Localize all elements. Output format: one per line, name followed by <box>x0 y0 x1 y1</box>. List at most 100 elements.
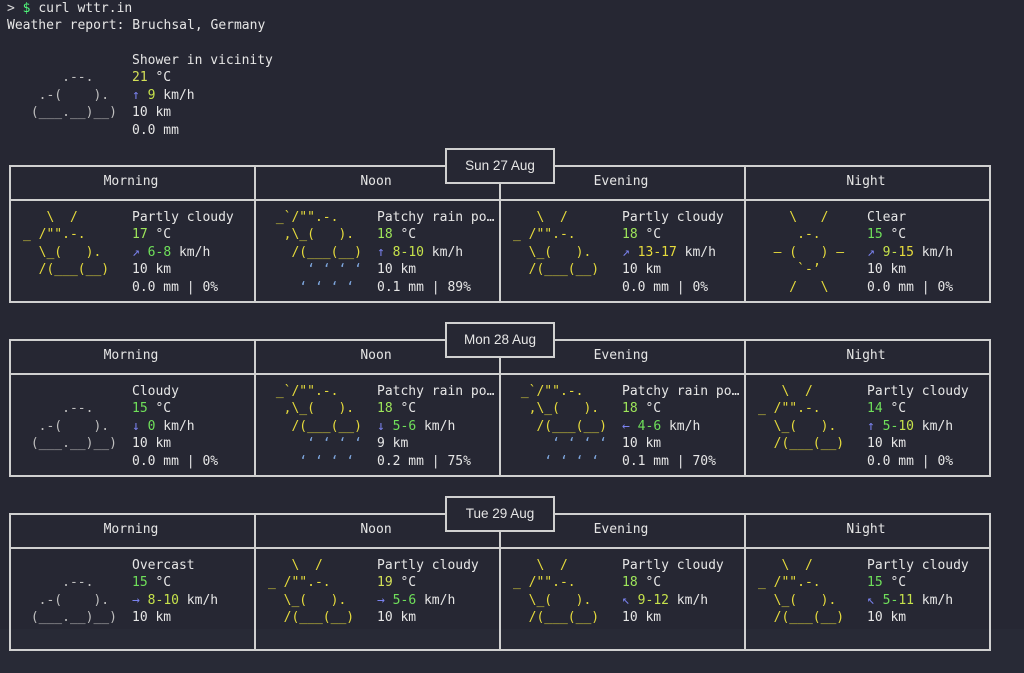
temperature-unit: °C <box>392 575 417 591</box>
wind-unit: km/h <box>661 418 701 434</box>
ascii-line <box>23 557 125 574</box>
weather-ascii-icon: \ / _ /"".-. \_( ). /(___(__) <box>513 209 615 296</box>
ascii-line: ,\_( ). <box>268 401 370 417</box>
ascii-line: ‘ ‘ ‘ ‘ <box>268 262 370 278</box>
ascii-line: \ / <box>23 210 125 225</box>
ascii-line: \_( ). <box>23 244 117 260</box>
command-text: curl wttr.in <box>38 1 133 16</box>
temperature: 18 °C <box>377 226 494 243</box>
wind-speed-part: 10 <box>163 592 179 608</box>
wind: ↗ 6-8 km/h <box>132 244 234 261</box>
temperature-value: 15 <box>867 227 883 243</box>
wind-unit: km/h <box>178 592 219 608</box>
ascii-line: _ /"".-. <box>758 401 852 417</box>
ascii-line: .-( ). <box>23 592 125 608</box>
ascii-line <box>23 122 125 139</box>
ascii-line: (___.__)__) <box>23 610 125 626</box>
ascii-line: \ / <box>758 558 860 573</box>
precipitation: 0.0 mm | 0% <box>867 279 954 295</box>
precipitation: 0.2 mm | 75% <box>377 453 471 469</box>
ascii-line: \_( ). <box>513 592 607 608</box>
ascii-line: /(___(__) <box>513 418 615 434</box>
wind: ↗ 13-17 km/h <box>622 244 724 261</box>
condition-text: Patchy rain po… <box>622 384 740 399</box>
ascii-line: /(___(__) <box>268 610 362 626</box>
visibility: 10 km <box>132 610 172 626</box>
ascii-line: /(___(__) <box>513 262 607 278</box>
wind-unit: km/h <box>668 592 709 608</box>
ascii-line: \_( ). <box>758 418 852 434</box>
ascii-line: ‘ ‘ ‘ ‘ <box>268 279 370 295</box>
ascii-line: ‘ ‘ ‘ ‘ <box>268 453 370 469</box>
wind: ↓ 5-6 km/h <box>377 418 494 435</box>
ascii-line: /(___(__) <box>758 610 852 626</box>
ascii-line <box>758 627 860 644</box>
condition-text: Partly cloudy <box>867 558 969 573</box>
period-header-evening: Evening <box>593 174 649 189</box>
weather-details: Shower in vicinity 21 °C ↑ 9 km/h 10 km 0.0 … <box>132 52 273 139</box>
condition-text: Partly cloudy <box>132 210 234 225</box>
temperature-unit: °C <box>882 401 907 417</box>
weather-details: Partly cloudy 17 °C ↗ 6-8 km/h 10 km 0.0 mm … <box>132 209 234 296</box>
wind-unit: km/h <box>913 418 954 434</box>
weather-ascii-icon: .--. .-( ). (___.__)__) <box>23 52 125 139</box>
condition-text: Clear <box>867 210 907 225</box>
ascii-line: \ / <box>513 558 615 573</box>
condition-text: Partly cloudy <box>867 384 969 399</box>
wind-direction-icon: ↑ <box>867 418 875 434</box>
visibility: 9 km <box>377 436 409 452</box>
ascii-line: / \ <box>758 279 860 295</box>
ascii-line: .-. <box>758 227 860 243</box>
wind: ↓ 0 km/h <box>132 418 218 435</box>
wind-direction-icon: ↗ <box>867 244 875 260</box>
temperature: 15 °C <box>867 574 969 591</box>
temperature-unit: °C <box>882 575 907 591</box>
weather-ascii-icon: \ / _ /"".-. \_( ). /(___(__) <box>23 209 125 296</box>
precipitation: 0.0 mm | 0% <box>132 279 219 295</box>
period-header-morning: Morning <box>103 522 159 537</box>
wind-direction-icon: ↗ <box>132 244 140 260</box>
visibility: 10 km <box>132 262 172 278</box>
ascii-line: /(___(__) <box>23 262 117 278</box>
ascii-line: \_( ). <box>758 592 852 608</box>
ascii-line: /(___(__) <box>268 244 370 260</box>
visibility: 10 km <box>867 436 907 452</box>
ascii-line: (___.__)__) <box>23 436 125 452</box>
wind-direction-icon: ↗ <box>622 244 630 260</box>
wind: ↖ 9-12 km/h <box>622 592 724 609</box>
ascii-line: ― ( ) ― <box>758 244 860 260</box>
ascii-line: (___.__)__) <box>23 105 125 121</box>
temperature-unit: °C <box>147 401 172 417</box>
temperature: 18 °C <box>377 400 494 417</box>
visibility: 10 km <box>867 262 907 278</box>
wind: ↑ 9 km/h <box>132 87 273 104</box>
ascii-line <box>23 279 125 296</box>
visibility: 10 km <box>867 610 907 626</box>
period-header-night: Night <box>846 174 886 189</box>
wind-direction-icon: ↖ <box>867 592 875 608</box>
visibility: 10 km <box>377 262 417 278</box>
wind-speed-part: 11 <box>898 592 914 608</box>
temperature-value: 15 <box>867 575 883 591</box>
ascii-line: _ /"".-. <box>23 227 117 243</box>
wind: → 8-10 km/h <box>132 592 218 609</box>
weather-ascii-icon: _`/"".-. ,\_( ). /(___(__) ‘ ‘ ‘ ‘ ‘ ‘ ‘… <box>268 209 370 296</box>
ascii-line: _ /"".-. <box>268 575 362 591</box>
condition-text: Partly cloudy <box>622 558 724 573</box>
wind-speed-part: 6 <box>653 418 662 434</box>
wind-direction-icon: ← <box>622 418 630 434</box>
wind-unit: km/h <box>913 592 954 608</box>
condition-text: Partly cloudy <box>622 210 724 225</box>
precipitation: 0.0 mm <box>132 122 179 138</box>
temperature-value: 15 <box>132 575 148 591</box>
temperature: 14 °C <box>867 400 969 417</box>
ascii-line: `-’ <box>758 262 860 278</box>
temperature-unit: °C <box>392 227 417 243</box>
period-header-night: Night <box>846 522 886 537</box>
weather-ascii-icon: \ / .-. ― ( ) ― `-’ / \ <box>758 209 860 296</box>
weather-ascii-icon: .--. .-( ). (___.__)__) <box>23 383 125 470</box>
forecast-day: Sun 27 Aug Morning \ / _ /"".-. \_( ). /(… <box>9 148 991 325</box>
ascii-line: _`/"".-. <box>268 384 370 399</box>
wind-direction-icon: ↖ <box>622 592 630 608</box>
terminal-window[interactable]: > $ curl wttr.in Weather report: Bruchsa… <box>0 0 1024 651</box>
